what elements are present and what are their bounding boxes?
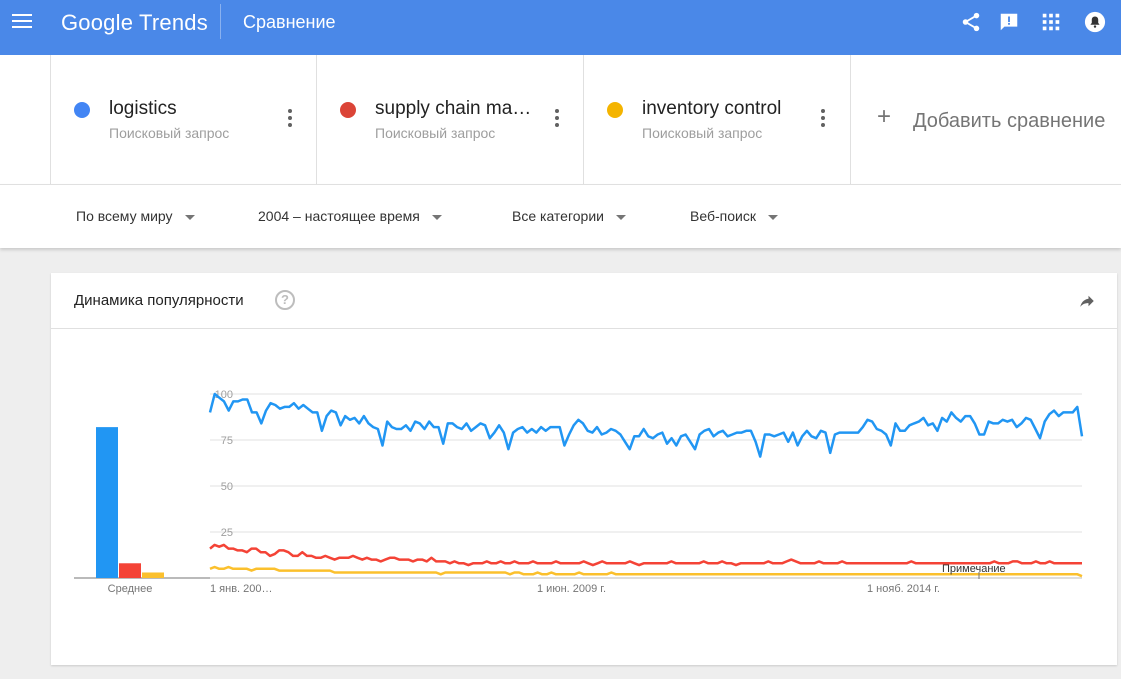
- average-bar-3[interactable]: [142, 572, 164, 578]
- chevron-down-icon: [184, 214, 195, 220]
- feedback-icon[interactable]: [998, 11, 1020, 33]
- menu-icon[interactable]: [12, 14, 32, 30]
- region-filter[interactable]: По всему миру: [76, 208, 195, 224]
- x-tick-label: 1 июн. 2009 г.: [537, 583, 606, 595]
- page-title: Сравнение: [243, 12, 336, 32]
- header-divider: [220, 4, 221, 39]
- average-bar-chart: Среднее: [74, 427, 211, 595]
- term-name[interactable]: logistics: [109, 98, 289, 120]
- search-type-filter[interactable]: Веб-поиск: [690, 208, 778, 224]
- apps-icon[interactable]: [1040, 11, 1062, 33]
- series-line-1[interactable]: [208, 392, 1084, 458]
- y-tick-label: 75: [221, 435, 233, 447]
- chevron-down-icon: [767, 214, 778, 220]
- chevron-down-icon: [431, 214, 442, 220]
- more-options-icon[interactable]: [555, 109, 559, 127]
- filters-bar: По всему миру 2004 – настоящее время Все…: [0, 184, 1121, 248]
- account-icon[interactable]: [1084, 11, 1106, 33]
- average-bar-2[interactable]: [119, 563, 141, 578]
- term-type: Поисковый запрос: [375, 125, 496, 141]
- add-comparison-label: Добавить сравнение: [913, 110, 1106, 132]
- term-name[interactable]: inventory control: [642, 98, 822, 120]
- term-card-logistics[interactable]: logistics Поисковый запрос: [50, 55, 317, 184]
- share-icon[interactable]: [960, 11, 982, 33]
- term-color-dot: [74, 102, 90, 118]
- card-title: Динамика популярности: [74, 292, 244, 309]
- more-options-icon[interactable]: [288, 109, 292, 127]
- term-type: Поисковый запрос: [642, 125, 763, 141]
- term-card-supply-chain[interactable]: supply chain ma… Поисковый запрос: [316, 55, 584, 184]
- x-tick-label: 1 нояб. 2014 г.: [867, 583, 940, 595]
- average-bar-1[interactable]: [96, 427, 118, 578]
- term-color-dot: [607, 102, 623, 118]
- region-filter-label: По всему миру: [76, 208, 173, 224]
- bar-axis-label: Среднее: [108, 583, 153, 595]
- term-color-dot: [340, 102, 356, 118]
- y-tick-label: 25: [221, 527, 233, 539]
- share-arrow-icon[interactable]: [1077, 292, 1097, 310]
- chart-area: Среднее 1007550251 янв. 200… 1 июн. 2009 …: [74, 389, 1084, 595]
- help-icon[interactable]: ?: [275, 290, 295, 310]
- term-type: Поисковый запрос: [109, 125, 230, 141]
- compare-terms: logistics Поисковый запрос supply chain …: [0, 55, 1121, 184]
- annotation-label[interactable]: Примечание: [942, 563, 1006, 575]
- period-filter-label: 2004 – настоящее время: [258, 208, 420, 224]
- interest-line-chart: 1007550251 янв. 200… 1 июн. 2009 г. 1 нояб…: [208, 389, 1084, 595]
- logo[interactable]: Google Trends: [61, 10, 208, 36]
- x-tick-label: 1 янв. 200…: [210, 583, 273, 595]
- category-filter-label: Все категории: [512, 208, 604, 224]
- add-comparison-button[interactable]: + Добавить сравнение: [850, 55, 1121, 184]
- term-card-inventory-control[interactable]: inventory control Поисковый запрос: [583, 55, 851, 184]
- app-bar: Google Trends Сравнение: [0, 0, 1121, 55]
- interest-over-time-card: Динамика популярности ? Среднее 100 75 50 2…: [51, 273, 1117, 665]
- chevron-down-icon: [615, 214, 626, 220]
- more-options-icon[interactable]: [821, 109, 825, 127]
- term-name[interactable]: supply chain ma…: [375, 98, 537, 120]
- y-tick-label: 50: [221, 481, 233, 493]
- plus-icon: +: [877, 103, 892, 130]
- category-filter[interactable]: Все категории: [512, 208, 626, 224]
- period-filter[interactable]: 2004 – настоящее время: [258, 208, 442, 224]
- search-type-filter-label: Веб-поиск: [690, 208, 756, 224]
